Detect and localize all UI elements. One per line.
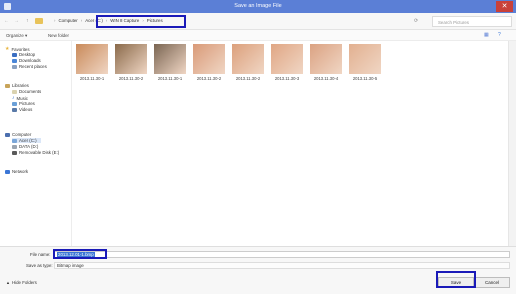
chevron-up-icon: ▲ [6, 280, 10, 285]
libraries-icon [5, 83, 10, 88]
sidebar-network[interactable]: Network [5, 169, 28, 174]
close-button[interactable]: ✕ [496, 1, 513, 12]
network-icon [5, 169, 10, 174]
new-folder-button[interactable]: New folder [48, 33, 69, 38]
search-input[interactable]: Search Pictures [432, 16, 512, 27]
sidebar-item-desktop[interactable]: Desktop [12, 52, 35, 57]
breadcrumb-computer[interactable]: Computer [58, 18, 77, 23]
refresh-icon[interactable]: ⟳ [414, 18, 418, 24]
file-name-5: 2013.11.30-2 [235, 76, 261, 81]
sidebar-item-data[interactable]: DATA (D:) [12, 144, 38, 149]
file-thumbnail-8[interactable] [349, 44, 381, 74]
window-title: Save an Image File [234, 3, 282, 9]
filename-input[interactable]: 2013.12.01-1.bmp [54, 251, 510, 258]
drive-c-icon [12, 138, 17, 143]
hide-folders-toggle[interactable]: ▲ Hide Folders [6, 280, 37, 285]
filename-highlight [53, 249, 107, 259]
file-name-7: 2013.11.30-4 [313, 76, 339, 81]
sidebar-item-recent[interactable]: Recent places [12, 64, 47, 69]
file-thumbnail-3[interactable] [154, 44, 186, 74]
sidebar-item-acer[interactable]: Acer (C:) [12, 138, 41, 143]
file-name-6: 2013.11.30-3 [274, 76, 300, 81]
sidebar-item-videos[interactable]: Videos [12, 107, 32, 112]
sidebar-computer[interactable]: Computer [5, 132, 31, 137]
pictures-icon [12, 101, 17, 106]
documents-icon [12, 89, 17, 94]
cancel-button[interactable]: Cancel [474, 277, 510, 288]
organize-button[interactable]: Organize ▾ [6, 33, 27, 39]
file-thumbnail-4[interactable] [193, 44, 225, 74]
help-icon[interactable]: ? [498, 32, 501, 38]
view-icon[interactable]: ▦ [484, 32, 489, 38]
recent-places-icon [12, 64, 17, 69]
file-thumbnail-2[interactable] [115, 44, 147, 74]
forward-icon[interactable]: → [14, 18, 19, 24]
downloads-icon [12, 58, 17, 63]
address-bar: ← → ↑ › Computer › Acer (C:) › WIN 8 Cap… [0, 13, 516, 30]
desktop-icon [12, 52, 17, 57]
filetype-select[interactable]: Bitmap image [54, 262, 510, 269]
file-name-2: 2013.11.30-2 [118, 76, 144, 81]
filename-label: File name: [30, 252, 51, 257]
file-thumbnail-7[interactable] [310, 44, 342, 74]
computer-icon [5, 132, 10, 137]
file-name-4: 2013.11.30-2 [196, 76, 222, 81]
sidebar-item-documents[interactable]: Documents [12, 89, 41, 94]
back-icon[interactable]: ← [4, 18, 9, 24]
file-thumbnail-1[interactable] [76, 44, 108, 74]
removable-disk-icon [12, 150, 17, 155]
sidebar-item-pictures[interactable]: Pictures [12, 101, 35, 106]
navigation-pane: ★ Favorites Desktop Downloads Recent pla… [0, 41, 72, 246]
sidebar-item-removable[interactable]: Removable Disk (E:) [12, 150, 59, 155]
file-name-8: 2013.11.30-5 [352, 76, 378, 81]
star-icon: ★ [5, 46, 10, 52]
up-icon[interactable]: ↑ [26, 18, 29, 24]
drive-d-icon [12, 144, 17, 149]
file-thumbnail-6[interactable] [271, 44, 303, 74]
toolbar: Organize ▾ New folder ▦ ? [0, 30, 516, 41]
sidebar-libraries[interactable]: Libraries [5, 83, 29, 88]
save-highlight [436, 271, 476, 288]
filetype-label: Save as type: [26, 263, 53, 268]
folder-icon [35, 18, 43, 24]
title-bar: Save an Image File ✕ [0, 0, 516, 13]
sidebar-item-downloads[interactable]: Downloads [12, 58, 41, 63]
file-thumbnail-5[interactable] [232, 44, 264, 74]
file-name-1: 2013.11.30-1 [79, 76, 105, 81]
vertical-scrollbar[interactable] [508, 41, 516, 246]
breadcrumb-highlight [96, 15, 186, 28]
file-name-3: 2013.11.30-1 [157, 76, 183, 81]
videos-icon [12, 107, 17, 112]
